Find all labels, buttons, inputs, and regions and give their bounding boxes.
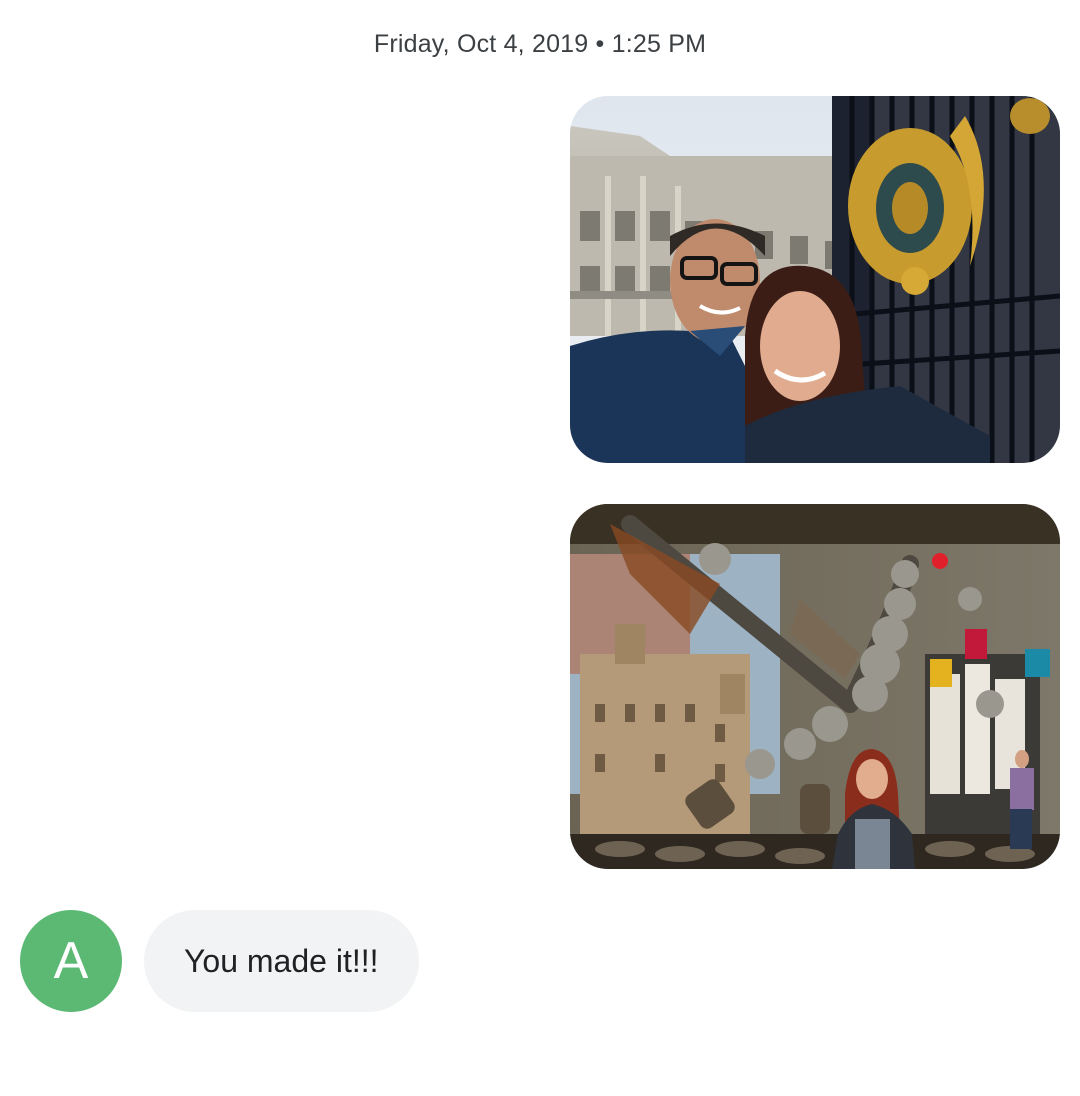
avatar-letter: A <box>53 932 89 990</box>
image-message-2[interactable] <box>570 504 1060 869</box>
photo-selfie-gate <box>570 96 1060 463</box>
avatar[interactable]: A <box>20 910 122 1012</box>
message-text: You made it!!! <box>184 942 379 979</box>
message-thread: Friday, Oct 4, 2019 • 1:25 PM A You made… <box>0 0 1080 1096</box>
message-timestamp: Friday, Oct 4, 2019 • 1:25 PM <box>373 30 707 58</box>
image-message-1[interactable] <box>570 96 1060 463</box>
message-bubble[interactable]: You made it!!! <box>144 910 419 1012</box>
photo-dragon-sculpture <box>570 504 1060 869</box>
incoming-message-row: A You made it!!! <box>20 910 419 1012</box>
